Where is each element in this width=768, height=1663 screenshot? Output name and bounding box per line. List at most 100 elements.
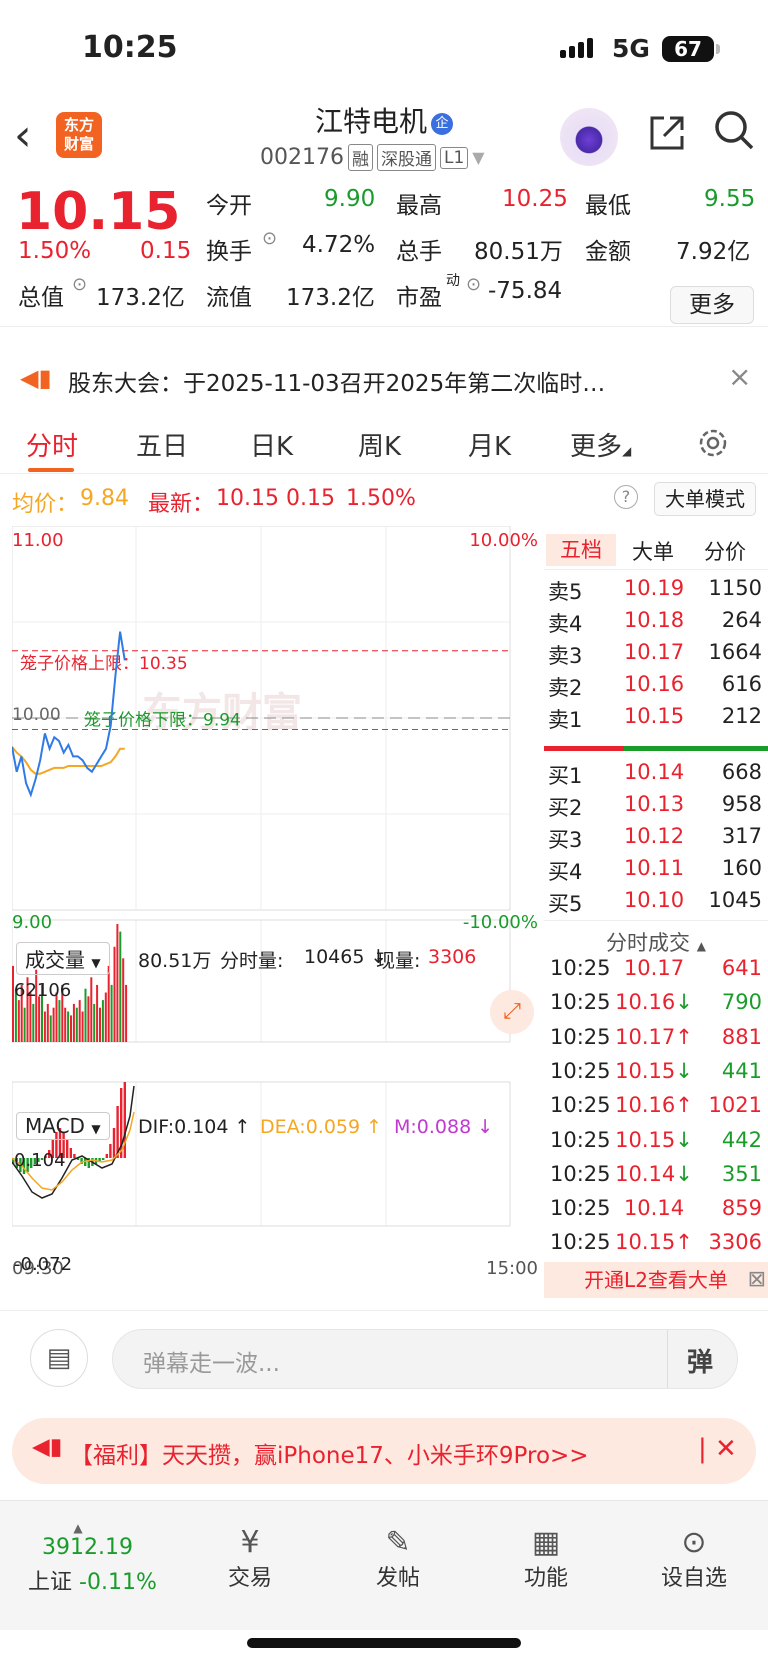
level-label: 卖4 bbox=[548, 612, 583, 636]
level-price: 10.14 bbox=[623, 760, 685, 784]
big-order-mode-button[interactable]: 大单模式 bbox=[654, 482, 756, 516]
level-price: 10.18 bbox=[623, 608, 685, 632]
bid-ask-ratio-bar bbox=[544, 746, 768, 751]
y-min-label: 9.00 bbox=[12, 912, 52, 933]
tab-weekly-k[interactable]: 周K bbox=[358, 426, 401, 463]
level-volume: 212 bbox=[721, 704, 762, 728]
dock-post-label: 发帖 bbox=[375, 1566, 420, 1591]
volume-bar bbox=[96, 984, 99, 1042]
volume-total: 80.51万 bbox=[138, 950, 212, 972]
volume-bar bbox=[64, 1007, 67, 1042]
level-price: 10.19 bbox=[623, 576, 685, 600]
tick-price: 10.15↓ bbox=[615, 1127, 693, 1152]
fs-volume-label: 分时量: bbox=[220, 950, 284, 972]
tab-big-order[interactable]: 大单 bbox=[632, 536, 674, 566]
gear-icon[interactable] bbox=[696, 426, 730, 460]
tick-price: 10.14↓ bbox=[615, 1161, 693, 1186]
volume-bar bbox=[84, 988, 87, 1042]
volume-header: 成交量 ▼ 80.51万 分时量: 10465 ↓ 现量: 3306 bbox=[14, 940, 540, 975]
comment-input[interactable]: 弹幕走一波... 弹 bbox=[112, 1329, 738, 1389]
tab-underline bbox=[28, 468, 74, 472]
more-button[interactable]: 更多 bbox=[670, 286, 754, 324]
danmaku-toggle-button[interactable]: 弹 bbox=[687, 1342, 713, 1379]
macd-selector[interactable]: MACD ▼ bbox=[16, 1112, 110, 1140]
level-volume: 1150 bbox=[708, 576, 762, 600]
signal-icon bbox=[560, 38, 593, 58]
dock-add-watch[interactable]: ⊙ 设自选 bbox=[634, 1525, 754, 1592]
volume-bar bbox=[17, 1000, 20, 1042]
orderbook-row: 买1 10.14 668 bbox=[544, 760, 768, 792]
orderbook-tabs: 五档 大单 分价 bbox=[544, 530, 768, 570]
megaphone-icon: ◀▮ bbox=[32, 1434, 63, 1460]
tick-row: 10:25 10.14 859 bbox=[544, 1196, 768, 1228]
change-value: 0.15 bbox=[140, 238, 192, 264]
expand-icon[interactable]: ⤢ bbox=[490, 990, 534, 1034]
level-price: 10.12 bbox=[623, 824, 685, 848]
tick-volume: 790 bbox=[721, 990, 762, 1015]
tab-price-dist[interactable]: 分价 bbox=[704, 536, 746, 566]
tick-volume: 442 bbox=[721, 1127, 762, 1152]
index-ticker[interactable]: ▲ 3912.19 上证 -0.11% bbox=[28, 1521, 178, 1596]
notice-text[interactable]: 股东大会：于2025-11-03召开2025年第二次临时… bbox=[68, 364, 605, 398]
l2-banner[interactable]: 开通L2查看大单 ⊠ bbox=[544, 1262, 768, 1298]
tab-intraday[interactable]: 分时 bbox=[26, 426, 78, 463]
tick-volume: 351 bbox=[721, 1161, 762, 1186]
volume-bar bbox=[87, 996, 90, 1042]
tag-connect: 深股通 bbox=[376, 144, 436, 171]
info-icon[interactable]: ⊙ bbox=[262, 228, 277, 249]
dock-add-watch-label: 设自选 bbox=[660, 1566, 727, 1591]
volume-bar bbox=[70, 1015, 72, 1042]
now-volume-label: 现量: bbox=[376, 950, 421, 972]
info-icon[interactable]: ⊙ bbox=[466, 274, 481, 295]
level-volume: 317 bbox=[721, 824, 762, 848]
tab-monthly-k[interactable]: 月K bbox=[468, 426, 511, 463]
dock-post[interactable]: ✎ 发帖 bbox=[338, 1525, 458, 1592]
intraday-chart[interactable]: 东方财富 11.00 9.00 10.00% -10.00% 笼子价格上限：10… bbox=[12, 526, 540, 1306]
search-icon[interactable] bbox=[712, 108, 756, 152]
promo-banner[interactable]: ◀▮ 【福利】天天攒，赢iPhone17、小米手环9Pro>> | ✕ bbox=[12, 1418, 756, 1484]
tick-time: 10:25 bbox=[550, 990, 611, 1015]
tick-price: 10.14 bbox=[623, 1196, 685, 1221]
tick-volume: 881 bbox=[721, 1024, 762, 1049]
chevron-up-icon: ▲ bbox=[73, 1521, 83, 1535]
level-price: 10.17 bbox=[623, 640, 685, 664]
latest-percent: 1.50% bbox=[346, 486, 416, 511]
help-icon[interactable]: ? bbox=[614, 485, 638, 509]
chart-tabs: 分时 五日 日K 周K 月K 更多◢ bbox=[0, 412, 768, 474]
close-icon[interactable]: × bbox=[728, 360, 751, 393]
orderbook-row: 卖2 10.16 616 bbox=[544, 672, 768, 704]
sort-up-icon: ▲ bbox=[696, 939, 706, 953]
tab-level5[interactable]: 五档 bbox=[546, 534, 616, 566]
tab-more[interactable]: 更多◢ bbox=[570, 426, 631, 463]
volume-selector[interactable]: 成交量 ▼ bbox=[16, 942, 110, 975]
assistant-avatar-icon[interactable] bbox=[560, 108, 618, 166]
level-label: 卖1 bbox=[548, 708, 583, 732]
high-label: 最高 bbox=[396, 193, 442, 219]
tick-time: 10:25 bbox=[550, 1196, 611, 1221]
macd-bar bbox=[69, 1148, 72, 1158]
close-icon[interactable]: | ✕ bbox=[698, 1434, 737, 1464]
volume-bar bbox=[99, 1007, 101, 1042]
latest-value: 10.15 bbox=[216, 486, 279, 511]
chevron-down-icon[interactable]: ▼ bbox=[472, 148, 484, 167]
level-label: 卖2 bbox=[548, 676, 583, 700]
share-icon[interactable] bbox=[646, 112, 688, 154]
ticks-header[interactable]: 分时成交 ▲ bbox=[544, 920, 768, 955]
ticks-title: 分时成交 bbox=[606, 931, 691, 955]
danmaku-settings-icon[interactable]: ▤ bbox=[30, 1329, 88, 1387]
ask-list: 卖5 10.19 1150 卖4 10.18 264 卖3 10.17 1664 卖2 10.16 6… bbox=[544, 576, 768, 736]
notice-bar[interactable]: ◀▮ 股东大会：于2025-11-03召开2025年第二次临时… × bbox=[0, 356, 768, 406]
open-label: 今开 bbox=[206, 193, 252, 219]
volume-bar bbox=[12, 965, 14, 1042]
dock-functions[interactable]: ▦ 功能 bbox=[486, 1525, 606, 1592]
level-volume: 1045 bbox=[708, 888, 762, 912]
tab-five-day[interactable]: 五日 bbox=[136, 426, 188, 463]
comment-placeholder: 弹幕走一波... bbox=[143, 1351, 280, 1377]
dock-trade[interactable]: ¥ 交易 bbox=[190, 1525, 310, 1592]
tab-daily-k[interactable]: 日K bbox=[250, 426, 293, 463]
dropdown-icon: ▼ bbox=[91, 1122, 101, 1136]
status-bar: 10:25 5G 67 bbox=[0, 0, 768, 100]
info-icon[interactable]: ⊙ bbox=[72, 274, 87, 295]
dropdown-icon: ▼ bbox=[91, 956, 101, 970]
volume-bar bbox=[49, 1015, 52, 1042]
